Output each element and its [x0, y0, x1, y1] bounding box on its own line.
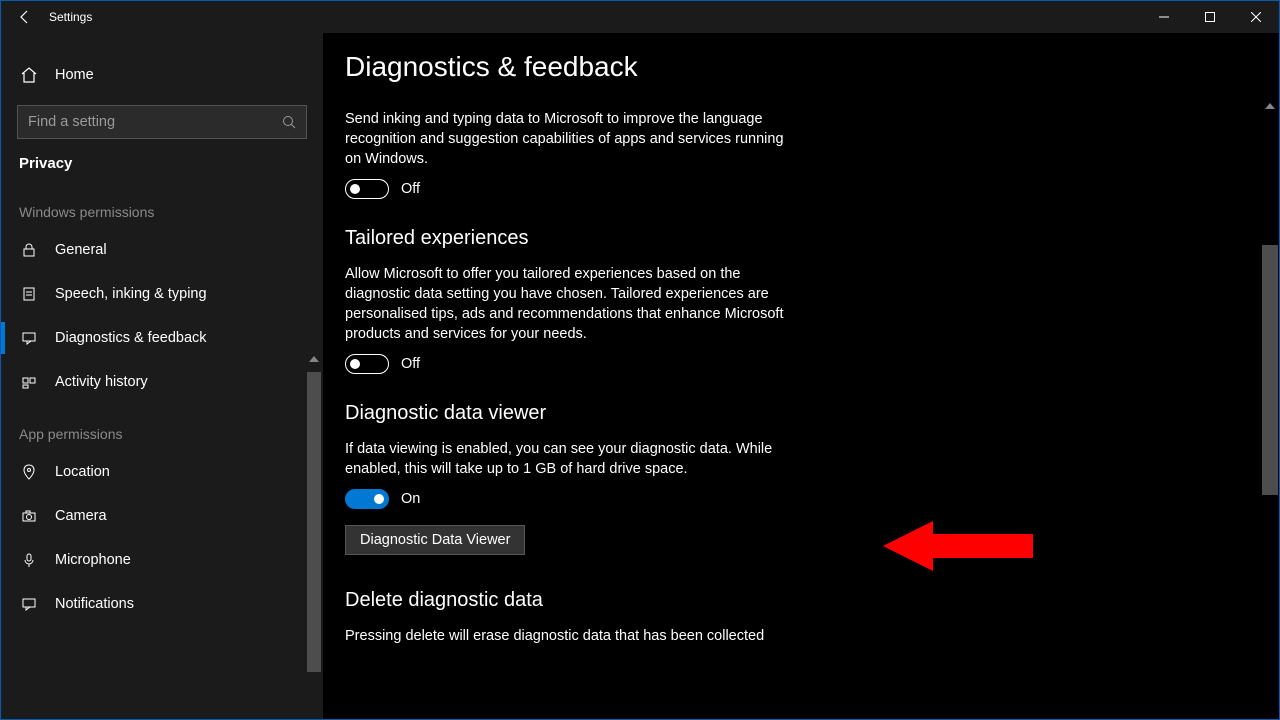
camera-icon [19, 508, 39, 524]
maximize-button[interactable] [1187, 1, 1233, 33]
titlebar: Settings [1, 1, 1279, 33]
tailored-description: Allow Microsoft to offer you tailored ex… [345, 264, 785, 344]
main-scrollbar[interactable] [1262, 245, 1278, 495]
sidebar-item-speech[interactable]: Speech, inking & typing [1, 272, 323, 316]
lock-icon [19, 242, 39, 258]
home-icon [19, 66, 39, 84]
sidebar-item-notifications[interactable]: Notifications [1, 582, 323, 626]
sidebar-item-diagnostics[interactable]: Diagnostics & feedback [1, 316, 323, 360]
sidebar-group-app: App permissions [1, 426, 323, 442]
tailored-toggle-state: Off [401, 356, 420, 372]
back-button[interactable] [1, 1, 49, 33]
sidebar-item-label: Location [55, 464, 110, 480]
sidebar-item-activity[interactable]: Activity history [1, 360, 323, 404]
sidebar-item-label: Notifications [55, 596, 134, 612]
feedback-icon [19, 330, 39, 346]
settings-window: Settings Home Find a setting [0, 0, 1280, 720]
sidebar-item-camera[interactable]: Camera [1, 494, 323, 538]
sidebar-scrollbar[interactable] [307, 372, 321, 672]
sidebar-home-label: Home [55, 67, 94, 83]
sidebar-item-label: Activity history [55, 374, 148, 390]
sidebar-item-general[interactable]: General [1, 228, 323, 272]
sidebar-item-label: Camera [55, 508, 107, 524]
minimize-button[interactable] [1141, 1, 1187, 33]
diagnostic-data-viewer-button[interactable]: Diagnostic Data Viewer [345, 525, 525, 555]
main-scroll-up-icon[interactable] [1262, 97, 1278, 115]
viewer-toggle[interactable] [345, 489, 389, 509]
search-icon [282, 115, 296, 129]
clipboard-icon [19, 286, 39, 302]
search-input[interactable]: Find a setting [17, 105, 307, 139]
tailored-heading: Tailored experiences [345, 227, 1123, 250]
sidebar-item-label: Microphone [55, 552, 131, 568]
notifications-icon [19, 596, 39, 612]
location-icon [19, 464, 39, 480]
delete-description: Pressing delete will erase diagnostic da… [345, 626, 785, 646]
page-title: Diagnostics & feedback [345, 51, 1123, 83]
sidebar-item-label: Speech, inking & typing [55, 286, 207, 302]
search-placeholder: Find a setting [28, 114, 115, 130]
inking-description: Send inking and typing data to Microsoft… [345, 109, 785, 169]
sidebar-home[interactable]: Home [1, 53, 323, 97]
viewer-description: If data viewing is enabled, you can see … [345, 439, 785, 479]
tailored-toggle[interactable] [345, 354, 389, 374]
sidebar: Home Find a setting Privacy Windows perm… [1, 33, 323, 719]
inking-toggle-state: Off [401, 181, 420, 197]
sidebar-item-label: Diagnostics & feedback [55, 330, 207, 346]
viewer-toggle-state: On [401, 491, 420, 507]
sidebar-item-location[interactable]: Location [1, 450, 323, 494]
close-button[interactable] [1233, 1, 1279, 33]
sidebar-item-label: General [55, 242, 107, 258]
main-content: Diagnostics & feedback Send inking and t… [323, 33, 1279, 719]
window-title: Settings [49, 10, 92, 24]
microphone-icon [19, 552, 39, 568]
sidebar-category: Privacy [1, 155, 323, 172]
history-icon [19, 374, 39, 390]
delete-heading: Delete diagnostic data [345, 589, 1123, 612]
inking-toggle[interactable] [345, 179, 389, 199]
annotation-arrow-icon [883, 519, 1033, 573]
sidebar-item-microphone[interactable]: Microphone [1, 538, 323, 582]
sidebar-group-windows: Windows permissions [1, 204, 323, 220]
viewer-heading: Diagnostic data viewer [345, 402, 1123, 425]
